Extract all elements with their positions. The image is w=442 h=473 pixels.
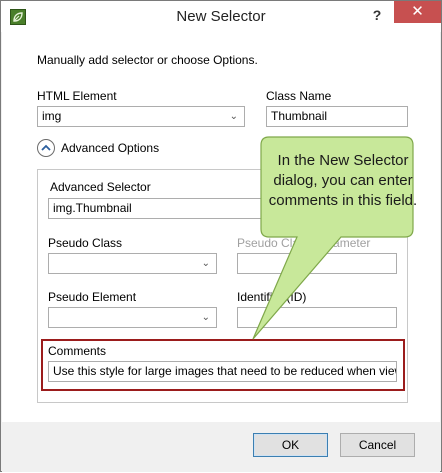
callout-bubble <box>252 136 414 340</box>
new-selector-dialog: New Selector ? ✕ Manually add selector o… <box>0 0 442 472</box>
callout-text: In the New Selector dialog, you can ente… <box>268 152 418 209</box>
